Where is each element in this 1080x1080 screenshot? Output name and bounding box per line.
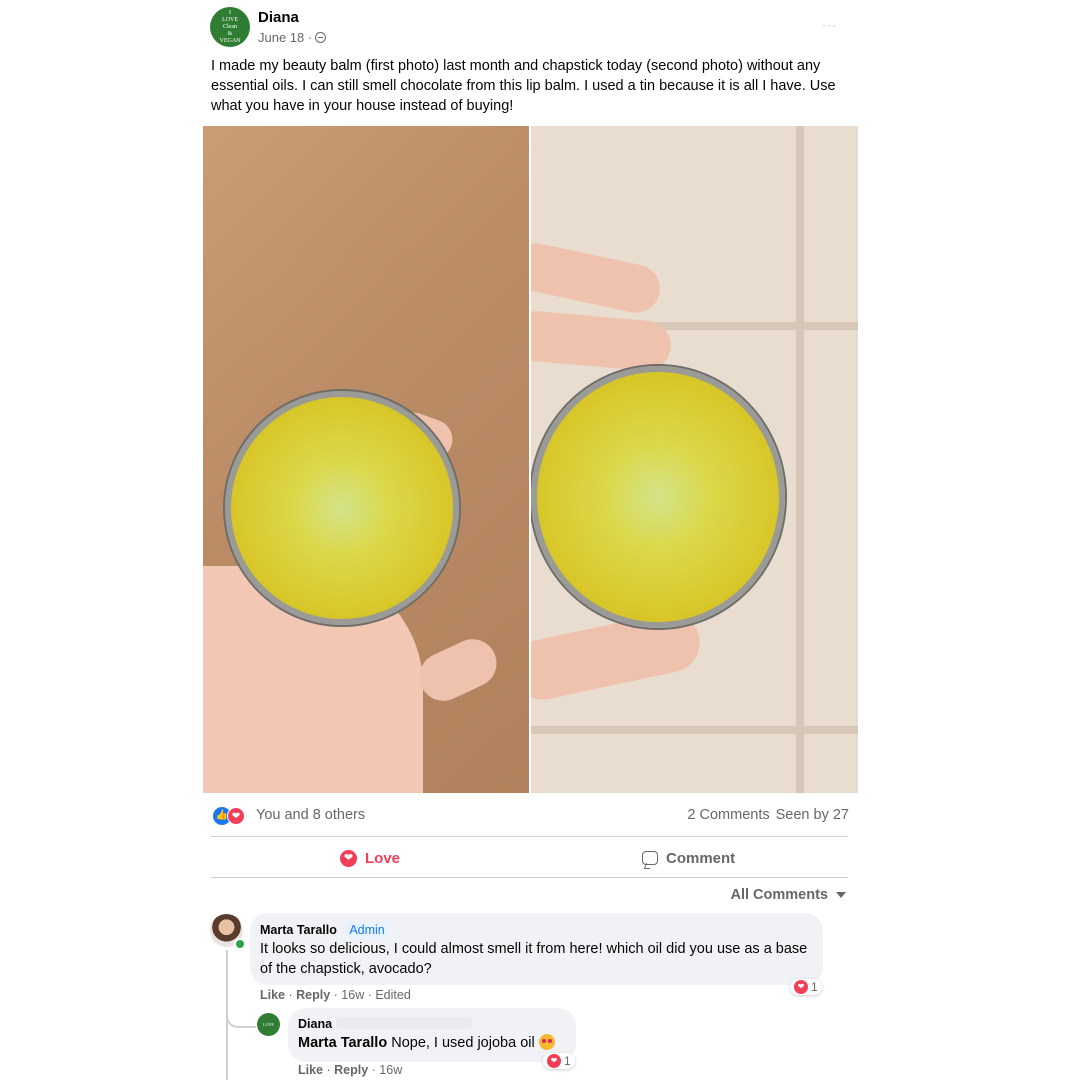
avatar-text-5: VEGAN xyxy=(219,37,241,44)
avatar[interactable]: LOVE xyxy=(257,1013,280,1036)
balm-tin xyxy=(225,391,459,625)
comment-bubble: Marta Tarallo Admin It looks so deliciou… xyxy=(250,913,823,985)
comment-text: It looks so delicious, I could almost sm… xyxy=(260,941,808,977)
like-link[interactable]: Like xyxy=(260,988,285,1002)
reply-reaction-count[interactable]: ❤ 1 xyxy=(543,1053,575,1069)
love-reaction-icon: ❤ xyxy=(794,980,808,994)
post-stats: 2 Comments Seen by 27 xyxy=(687,807,849,823)
redacted-text xyxy=(336,1017,472,1029)
author-avatar[interactable]: I LOVE Clean & VEGAN xyxy=(210,7,250,47)
post-author[interactable]: Diana xyxy=(258,9,299,26)
finger-shape xyxy=(531,238,665,318)
comment-button[interactable]: Comment xyxy=(642,847,735,869)
reply-meta: Like · Reply · 16w xyxy=(298,1063,403,1077)
avatar-text-4: & xyxy=(227,30,233,37)
post-photo-2[interactable] xyxy=(531,126,858,793)
comment-time: · 16w · Edited xyxy=(333,988,411,1002)
reply-bubble: Diana Marta Tarallo Nope, I used jojoba … xyxy=(288,1008,576,1062)
avatar-text-2: LOVE xyxy=(222,16,238,23)
more-icon[interactable]: ··· xyxy=(822,18,837,32)
reaction-icons[interactable]: 👍 ❤ xyxy=(213,807,253,825)
love-button-label: Love xyxy=(365,849,401,867)
reaction-summary[interactable]: You and 8 others xyxy=(256,807,365,823)
globe-icon xyxy=(315,32,327,43)
comment-meta: Like · Reply · 16w · Edited xyxy=(260,988,411,1002)
divider xyxy=(211,836,848,837)
finger-shape xyxy=(411,631,505,709)
comment-author[interactable]: Marta Tarallo xyxy=(260,923,337,937)
love-reaction-icon: ❤ xyxy=(547,1054,561,1068)
thread-connector xyxy=(226,1008,256,1028)
love-icon: ❤ xyxy=(340,849,357,867)
post-date-text: June 18 · xyxy=(258,30,313,45)
comment-reaction-count[interactable]: ❤ 1 xyxy=(790,979,822,995)
reply-link[interactable]: Reply xyxy=(334,1063,368,1077)
post-date[interactable]: June 18 · xyxy=(258,30,327,45)
comment-icon xyxy=(642,851,658,865)
reply-author[interactable]: Diana xyxy=(298,1017,332,1031)
love-reaction-icon: ❤ xyxy=(227,807,245,825)
tile-grout xyxy=(796,126,804,793)
comments-count[interactable]: 2 Comments xyxy=(687,807,769,823)
divider xyxy=(211,877,848,878)
love-button[interactable]: ❤ Love xyxy=(340,847,400,869)
avatar-text-1: I xyxy=(229,9,231,16)
reaction-count: 1 xyxy=(811,980,818,994)
tile-grout xyxy=(531,726,858,734)
admin-badge: Admin xyxy=(345,922,389,938)
comment-header: Marta Tarallo Admin xyxy=(260,921,389,939)
reaction-count: 1 xyxy=(564,1054,571,1068)
reply-body: Nope, I used jojoba oil xyxy=(387,1035,535,1051)
reply-time: · 16w xyxy=(371,1063,403,1077)
avatar-text-3: Clean xyxy=(223,23,237,30)
chevron-down-icon xyxy=(836,892,846,898)
mention-link[interactable]: Marta Tarallo xyxy=(298,1035,387,1051)
reply-link[interactable]: Reply xyxy=(296,988,330,1002)
reply-text: Marta Tarallo Nope, I used jojoba oil xyxy=(298,1033,555,1053)
comments-filter-label: All Comments xyxy=(730,887,829,903)
avatar-text: LOVE xyxy=(263,1022,274,1027)
online-status-dot xyxy=(234,938,246,950)
finger-shape xyxy=(531,309,673,373)
post-photo-1[interactable] xyxy=(203,126,529,793)
post-text: I made my beauty balm (first photo) last… xyxy=(211,58,836,114)
comments-filter[interactable]: All Comments xyxy=(730,887,846,903)
comment-button-label: Comment xyxy=(666,849,736,867)
heart-eyes-emoji-icon xyxy=(538,1034,555,1050)
seen-by[interactable]: Seen by 27 xyxy=(776,807,849,823)
chapstick-tin xyxy=(531,366,785,628)
like-link[interactable]: Like xyxy=(298,1063,323,1077)
